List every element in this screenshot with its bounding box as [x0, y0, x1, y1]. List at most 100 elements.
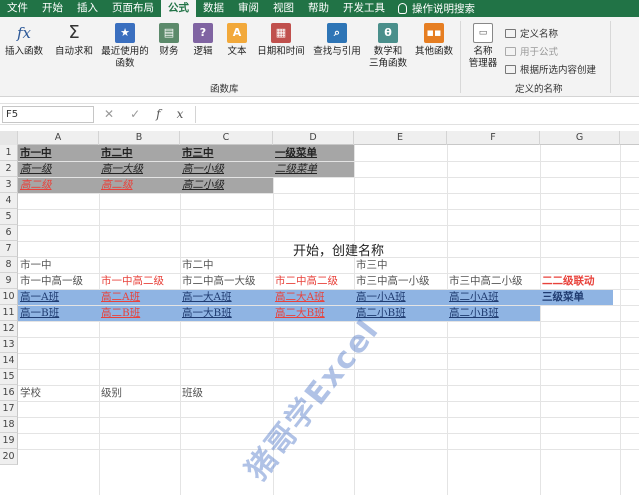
use-in-formula-button[interactable]: 用于公式 — [505, 44, 558, 58]
cell-b2[interactable]: 高一大级 — [99, 161, 180, 177]
cell-g10[interactable]: 三级菜单 — [540, 289, 613, 305]
row-header[interactable]: 10 — [0, 289, 18, 305]
name-manager-button[interactable]: ▭ 名称 管理器 — [466, 23, 500, 70]
cell-d10[interactable]: 高二大A班 — [273, 289, 354, 305]
cell-f11[interactable]: 高二小B班 — [447, 305, 540, 321]
cell-b9[interactable]: 市一中高二级 — [99, 273, 180, 289]
cell-d11[interactable]: 高二大B班 — [273, 305, 354, 321]
row-header[interactable]: 3 — [0, 177, 18, 193]
cell-e9[interactable]: 市三中高一小级 — [354, 273, 447, 289]
col-header-a[interactable]: A — [18, 131, 99, 145]
text-button[interactable]: A 文本 — [224, 23, 250, 58]
cell-e11[interactable]: 高二小B班 — [354, 305, 447, 321]
cell-a9[interactable]: 市一中高一级 — [18, 273, 99, 289]
formula-input[interactable] — [195, 106, 635, 123]
col-header-c[interactable]: C — [180, 131, 273, 145]
cancel-icon[interactable]: ✕ — [104, 107, 130, 121]
enter-icon[interactable]: ✓ — [130, 107, 156, 121]
row-header[interactable]: 16 — [0, 385, 18, 401]
cell-d1[interactable]: 一级菜单 — [273, 145, 354, 161]
tab-view[interactable]: 视图 — [266, 0, 301, 17]
row-header[interactable]: 17 — [0, 401, 18, 417]
cell-a16[interactable]: 学校 — [18, 385, 99, 401]
tab-formulas[interactable]: 公式 — [161, 0, 196, 17]
lookup-button[interactable]: ⌕ 查找与引用 — [310, 23, 364, 58]
row-header[interactable]: 9 — [0, 273, 18, 289]
cell-c2[interactable]: 高一小级 — [180, 161, 273, 177]
name-manager-label-2: 管理器 — [468, 58, 498, 69]
cell-b3[interactable]: 高二级 — [99, 177, 180, 193]
col-header-d[interactable]: D — [273, 131, 354, 145]
cell-a1[interactable]: 市一中 — [18, 145, 99, 161]
row-header[interactable]: 14 — [0, 353, 18, 369]
tab-developer[interactable]: 开发工具 — [336, 0, 392, 17]
col-header-f[interactable]: F — [447, 131, 540, 145]
logical-button[interactable]: ? 逻辑 — [190, 23, 216, 58]
define-name-button[interactable]: 定义名称 — [505, 26, 558, 40]
cell-f10[interactable]: 高二小A班 — [447, 289, 540, 305]
cell-c9[interactable]: 市二中高一大级 — [180, 273, 273, 289]
cell-c1[interactable]: 市三中 — [180, 145, 273, 161]
autosum-label: 自动求和 — [54, 46, 93, 57]
tab-file[interactable]: 文件 — [0, 0, 35, 17]
row-header[interactable]: 4 — [0, 193, 18, 209]
fx-icon-small[interactable]: fx — [156, 107, 199, 121]
calendar-icon: ▦ — [271, 23, 291, 43]
row-header[interactable]: 15 — [0, 369, 18, 385]
theta-icon: θ — [378, 23, 398, 43]
autosum-button[interactable]: Σ 自动求和 — [52, 23, 96, 58]
row-header[interactable]: 19 — [0, 433, 18, 449]
datetime-button[interactable]: ▦ 日期和时间 — [254, 23, 308, 58]
cell-a8[interactable]: 市一中 — [18, 257, 99, 273]
tab-data[interactable]: 数据 — [196, 0, 231, 17]
row-header[interactable]: 8 — [0, 257, 18, 273]
cell-a2[interactable]: 高一级 — [18, 161, 99, 177]
cell-e10[interactable]: 高一小A班 — [354, 289, 447, 305]
row-header[interactable]: 5 — [0, 209, 18, 225]
row-header[interactable]: 2 — [0, 161, 18, 177]
cell-d9[interactable]: 市二中高二级 — [273, 273, 354, 289]
tab-home[interactable]: 开始 — [35, 0, 70, 17]
cell-e8[interactable]: 市三中 — [354, 257, 447, 273]
cell-c10[interactable]: 高一大A班 — [180, 289, 273, 305]
cell-b10[interactable]: 高二A班 — [99, 289, 180, 305]
math-button[interactable]: θ 数学和 三角函数 — [366, 23, 410, 70]
create-from-selection-button[interactable]: 根据所选内容创建 — [505, 62, 596, 76]
tab-review[interactable]: 审阅 — [231, 0, 266, 17]
cell-a11[interactable]: 高一B班 — [18, 305, 99, 321]
cell-c16[interactable]: 班级 — [180, 385, 273, 401]
tab-page-layout[interactable]: 页面布局 — [105, 0, 161, 17]
cell-c3[interactable]: 高二小级 — [180, 177, 273, 193]
name-box[interactable]: F5 — [2, 106, 94, 123]
tab-insert[interactable]: 插入 — [70, 0, 105, 17]
recent-functions-button[interactable]: ★ 最近使用的 函数 — [98, 23, 152, 70]
cell-f9[interactable]: 市三中高二小级 — [447, 273, 540, 289]
cell-g9[interactable]: 二二级联动 — [540, 273, 620, 289]
cell-d2[interactable]: 二级菜单 — [273, 161, 354, 177]
row-header[interactable]: 7 — [0, 241, 18, 257]
row-header[interactable]: 20 — [0, 449, 18, 465]
col-header-b[interactable]: B — [99, 131, 180, 145]
cell-a10[interactable]: 高一A班 — [18, 289, 99, 305]
more-functions-button[interactable]: ▪▪ 其他函数 — [412, 23, 456, 58]
select-all-corner[interactable] — [0, 131, 18, 145]
cell-b1[interactable]: 市二中 — [99, 145, 180, 161]
tell-me-search[interactable]: 操作说明搜索 — [407, 1, 475, 16]
cell-c11[interactable]: 高一大B班 — [180, 305, 273, 321]
insert-function-button[interactable]: fx 插入函数 — [4, 23, 44, 58]
row-header[interactable]: 1 — [0, 145, 18, 161]
cell-a3[interactable]: 高二级 — [18, 177, 99, 193]
gridline — [18, 449, 639, 450]
cell-b11[interactable]: 高二B班 — [99, 305, 180, 321]
row-header[interactable]: 18 — [0, 417, 18, 433]
row-header[interactable]: 6 — [0, 225, 18, 241]
row-header[interactable]: 13 — [0, 337, 18, 353]
tab-help[interactable]: 帮助 — [301, 0, 336, 17]
row-header[interactable]: 12 — [0, 321, 18, 337]
col-header-g[interactable]: G — [540, 131, 620, 145]
cell-b16[interactable]: 级别 — [99, 385, 180, 401]
financial-button[interactable]: ▤ 财务 — [156, 23, 182, 58]
row-header[interactable]: 11 — [0, 305, 18, 321]
col-header-e[interactable]: E — [354, 131, 447, 145]
cell-c8[interactable]: 市二中 — [180, 257, 273, 273]
